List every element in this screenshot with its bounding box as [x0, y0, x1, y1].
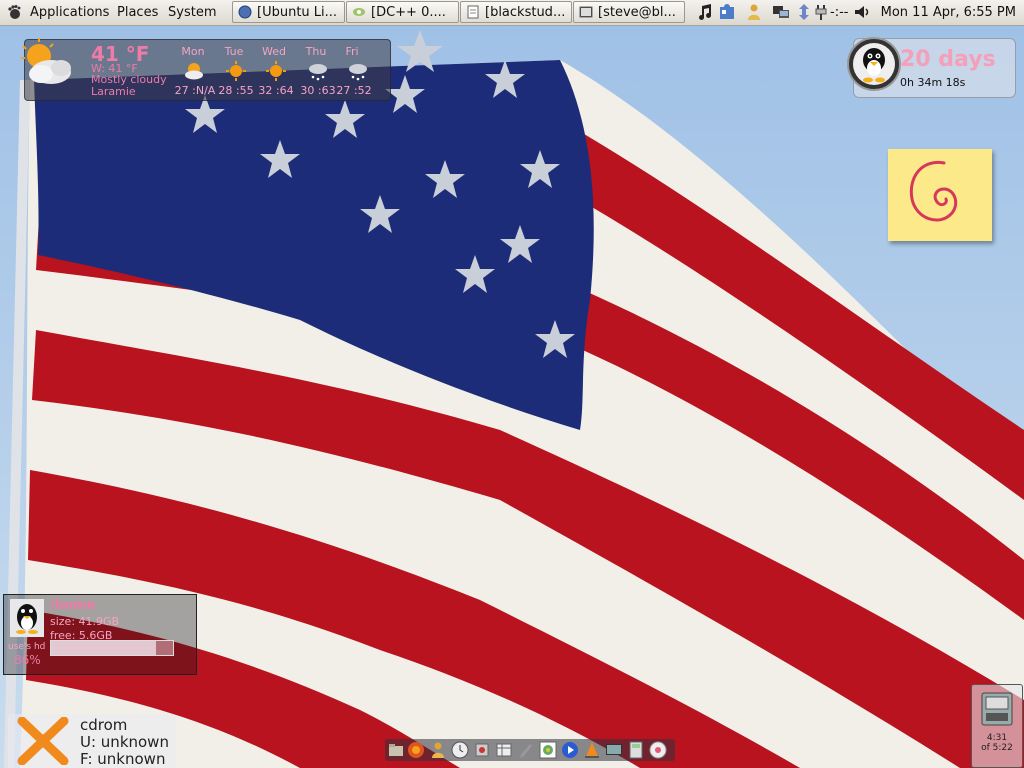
disk-percent: 86%	[14, 653, 41, 667]
network-monitor-icon[interactable]	[772, 3, 790, 21]
weather-desklet: 41 °F W: 41 °F Mostly cloudy Laramie Mon…	[21, 38, 391, 101]
tux-penguin-icon	[10, 599, 44, 637]
taskbar-button-ubuntu[interactable]: [Ubuntu Li...	[232, 1, 345, 23]
menu-system[interactable]: System	[168, 4, 216, 22]
sun-cloud-icon	[185, 63, 203, 80]
document-icon	[467, 5, 479, 19]
sun-icon	[266, 61, 286, 81]
cdrom-cross-icon	[17, 717, 69, 765]
menu-places[interactable]: Places	[117, 4, 158, 22]
sun-icon	[226, 61, 246, 81]
tux-penguin-icon	[847, 37, 901, 91]
volume-icon[interactable]	[853, 3, 871, 21]
taskbar-label: [Ubuntu Li...	[257, 5, 338, 20]
forecast-temps-tue: 28 :55	[218, 84, 254, 97]
clock-app-icon[interactable]	[451, 741, 469, 759]
hard-drive-icon	[981, 692, 1013, 726]
network-speed-text: -:--	[830, 5, 849, 20]
cdrom-free: F: unknown	[80, 750, 166, 768]
disc-burner-icon[interactable]	[649, 741, 667, 759]
disk-size: size: 41.9GB	[50, 615, 120, 628]
taskbar-label: [DC++ 0....	[371, 5, 446, 20]
forecast-day-wed: Wed	[262, 45, 286, 58]
snow-cloud-icon	[309, 64, 327, 81]
gimp-icon[interactable]	[539, 741, 557, 759]
updates-icon[interactable]	[795, 3, 813, 21]
uptime-days: 20 days	[900, 47, 996, 72]
battery-time: 4:31	[986, 733, 1008, 743]
pen-icon[interactable]	[517, 741, 535, 759]
panel-clock[interactable]: Mon 11 Apr, 6:55 PM	[881, 4, 1016, 22]
taskbar-button-dcpp[interactable]: [DC++ 0....	[346, 1, 459, 23]
globe-icon	[238, 5, 252, 19]
sticky-note[interactable]	[888, 149, 992, 241]
forecast-day-fri: Fri	[345, 45, 359, 58]
forecast-temps-wed: 32 :64	[258, 84, 294, 97]
debian-swirl-icon	[909, 160, 958, 222]
media-player-icon[interactable]	[561, 741, 579, 759]
menu-applications[interactable]: Applications	[30, 4, 109, 22]
battery-total: of 5:22	[981, 743, 1013, 753]
vlc-cone-icon[interactable]	[583, 741, 601, 759]
uptime-time: 0h 34m 18s	[900, 76, 966, 89]
taskbar-button-terminal[interactable]: [steve@bl...	[573, 1, 685, 23]
firefox-icon[interactable]	[407, 741, 425, 759]
calculator-icon[interactable]	[627, 741, 645, 759]
tools-icon[interactable]	[473, 741, 491, 759]
forecast-day-tue: Tue	[224, 45, 244, 58]
location-text: Laramie	[91, 85, 136, 98]
user-icon[interactable]	[429, 741, 447, 759]
puzzle-icon[interactable]	[718, 3, 736, 21]
forecast-day-mon: Mon	[181, 45, 205, 58]
cdrom-desklet: cdrom U: unknown F: unknown	[8, 714, 176, 768]
partly-cloudy-icon	[21, 38, 71, 84]
battery-desklet: 4:31 of 5:22	[971, 684, 1023, 768]
dcpp-icon	[353, 8, 365, 16]
disk-usage-desklet: /home size: 41.9GB free: 5.6GB use's hd …	[3, 594, 197, 675]
user-icon[interactable]	[745, 3, 763, 21]
monitor-icon[interactable]	[605, 741, 623, 759]
taskbar-label: [steve@bl...	[598, 5, 676, 20]
disk-mount-point: /home	[50, 598, 96, 613]
spreadsheet-icon[interactable]	[495, 741, 513, 759]
taskbar-button-blackstud[interactable]: [blackstud...	[460, 1, 572, 23]
cdrom-title: cdrom	[80, 716, 128, 734]
snow-cloud-icon	[349, 64, 367, 81]
top-panel: Applications Places System [Ubuntu Li...…	[0, 0, 1024, 26]
forecast-temps-mon: 27 :N/A	[174, 84, 216, 97]
application-dock	[385, 739, 675, 761]
terminal-icon	[579, 6, 593, 18]
uptime-desklet: 20 days 0h 34m 18s	[847, 37, 1016, 98]
file-manager-icon[interactable]	[387, 741, 405, 759]
music-note-icon[interactable]	[697, 3, 715, 21]
forecast-temps-fri: 27 :52	[336, 84, 372, 97]
power-plug-icon[interactable]	[812, 3, 830, 21]
gnome-foot-icon[interactable]	[6, 4, 22, 20]
disk-usage-bar	[50, 640, 174, 656]
forecast-day-thu: Thu	[305, 45, 327, 58]
cdrom-used: U: unknown	[80, 733, 169, 751]
disk-label: use's hd	[8, 642, 46, 652]
disk-usage-bar-fill	[51, 641, 156, 655]
taskbar-label: [blackstud...	[485, 5, 566, 20]
